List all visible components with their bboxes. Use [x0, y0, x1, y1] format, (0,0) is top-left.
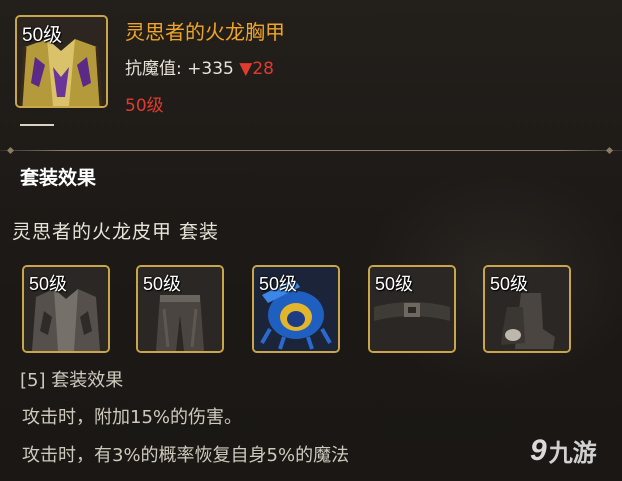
set-piece-jacket[interactable]: 50级	[22, 265, 110, 353]
piece-level-badge: 50级	[490, 274, 529, 294]
set-bonus-title: [5] 套装效果	[20, 370, 124, 391]
piece-level-badge: 50级	[375, 274, 414, 294]
set-piece-belt[interactable]: 50级	[368, 265, 456, 353]
divider-right-dot	[605, 146, 614, 155]
piece-level-badge: 50级	[259, 274, 298, 294]
section-divider	[0, 150, 622, 151]
set-piece-shoulder[interactable]: 50级	[252, 265, 340, 353]
set-effect-1: 攻击时，附加15%的伤害。	[22, 407, 243, 428]
divider-left-dot	[6, 146, 15, 155]
set-piece-boots[interactable]: 50级	[483, 265, 571, 353]
set-effect-2: 攻击时，有3%的概率恢复自身5%的魔法	[22, 445, 350, 466]
stat-diff: ▼28	[239, 59, 274, 79]
set-header: 套装效果	[20, 167, 97, 189]
item-level-badge: 50级	[22, 25, 63, 46]
set-name: 灵思者的火龙皮甲 套装	[12, 221, 220, 243]
dash-divider	[20, 124, 54, 126]
item-name: 灵思者的火龙胸甲	[125, 20, 285, 44]
item-tooltip-panel: 50级 灵思者的火龙胸甲 抗魔值: +335 ▼28 50级 套装效果 灵思者的…	[0, 0, 622, 481]
watermark-text: 九游	[548, 440, 597, 467]
watermark-glyph: 9	[530, 433, 547, 467]
required-level: 50级	[125, 96, 164, 116]
stat-value: +335	[187, 59, 234, 79]
set-piece-pants[interactable]: 50级	[136, 265, 224, 353]
magic-resist-stat: 抗魔值: +335 ▼28	[125, 54, 274, 79]
piece-level-badge: 50级	[143, 274, 182, 294]
watermark-logo: 9 九游	[530, 433, 597, 468]
piece-level-badge: 50级	[29, 274, 68, 294]
stat-label: 抗魔值:	[125, 59, 182, 79]
item-icon-slot[interactable]: 50级	[15, 15, 108, 108]
